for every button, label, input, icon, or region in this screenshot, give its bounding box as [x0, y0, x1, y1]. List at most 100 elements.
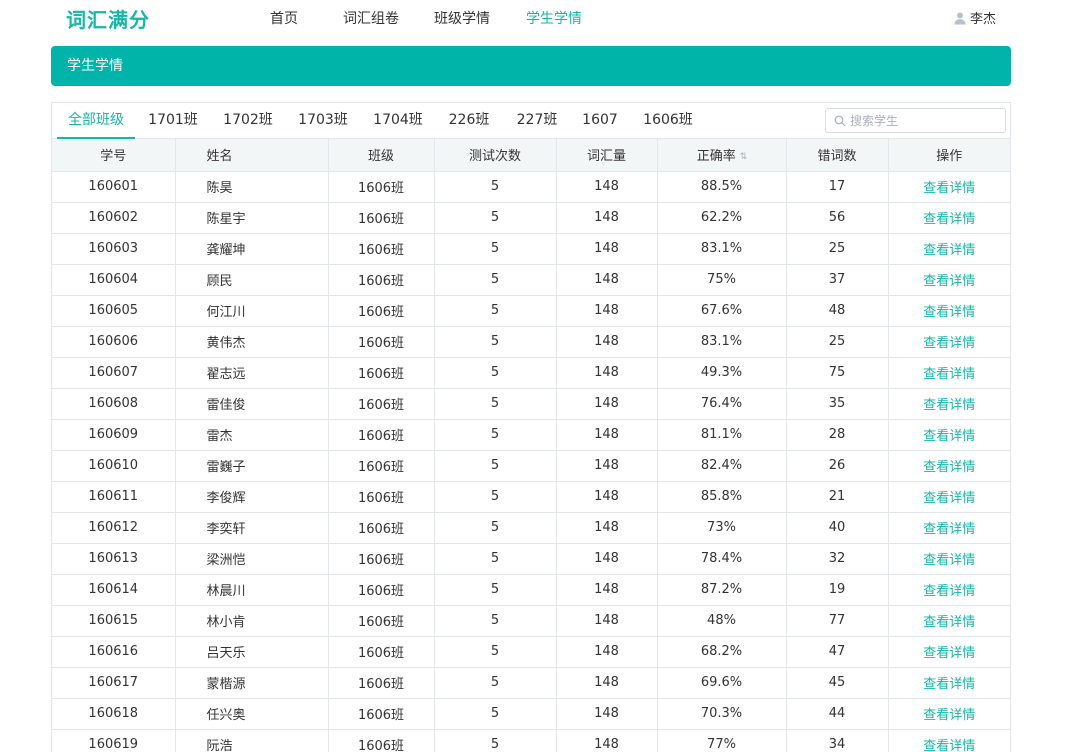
vocab-cell: 148 [556, 450, 658, 482]
wrong-count-cell: 17 [786, 171, 889, 203]
tab-1701[interactable]: 1701班 [143, 103, 203, 139]
test-count-cell: 5 [434, 667, 557, 699]
column-header-vocab[interactable]: 词汇量 [556, 139, 658, 172]
test-count-cell: 5 [434, 605, 557, 637]
class-cell: 1606班 [328, 202, 435, 234]
student-id-cell: 160606 [52, 326, 176, 358]
nav-item-class-stats[interactable]: 班级学情 [434, 8, 526, 28]
view-details-link[interactable]: 查看详情 [888, 326, 1010, 358]
view-details-link[interactable]: 查看详情 [888, 357, 1010, 389]
top-bar: 词汇满分 首页 词汇组卷 班级学情 学生学情 李杰 [0, 0, 1078, 34]
user-name: 李杰 [969, 12, 996, 27]
column-header-wrong-count[interactable]: 错词数 [786, 139, 889, 172]
student-name-cell: 任兴奥 [175, 698, 329, 730]
view-details-link[interactable]: 查看详情 [888, 605, 1010, 637]
accuracy-cell: 76.4% [657, 388, 787, 420]
tab-1702[interactable]: 1702班 [218, 103, 278, 139]
table-row: 160615 林小肯 1606班 5 148 48% 77 查看详情 [52, 605, 1010, 637]
view-details-link[interactable]: 查看详情 [888, 729, 1010, 752]
view-details-link[interactable]: 查看详情 [888, 574, 1010, 606]
table-row: 160602 陈星宇 1606班 5 148 62.2% 56 查看详情 [52, 202, 1010, 234]
search-input[interactable] [850, 113, 1000, 128]
user-icon [954, 12, 966, 24]
vocab-cell: 148 [556, 605, 658, 637]
class-cell: 1606班 [328, 233, 435, 265]
test-count-cell: 5 [434, 202, 557, 234]
view-details-link[interactable]: 查看详情 [888, 264, 1010, 296]
student-id-cell: 160610 [52, 450, 176, 482]
view-details-link[interactable]: 查看详情 [888, 171, 1010, 203]
column-header-name[interactable]: 姓名 [175, 139, 329, 172]
accuracy-cell: 67.6% [657, 295, 787, 327]
sort-icon[interactable]: ⇅ [740, 152, 747, 162]
student-search[interactable] [825, 108, 1006, 133]
wrong-count-cell: 25 [786, 326, 889, 358]
test-count-cell: 5 [434, 419, 557, 451]
column-header-accuracy[interactable]: 正确率 ⇅ [657, 139, 787, 172]
nav-item-student-stats[interactable]: 学生学情 [526, 8, 582, 28]
view-details-link[interactable]: 查看详情 [888, 512, 1010, 544]
student-name-cell: 吕天乐 [175, 636, 329, 668]
user-menu[interactable]: 李杰 [953, 8, 996, 27]
view-details-link[interactable]: 查看详情 [888, 543, 1010, 575]
student-name-cell: 雷巍子 [175, 450, 329, 482]
student-id-cell: 160609 [52, 419, 176, 451]
test-count-cell: 5 [434, 388, 557, 420]
tab-226[interactable]: 226班 [442, 103, 496, 139]
app-logo[interactable]: 词汇满分 [66, 4, 150, 33]
table-row: 160616 吕天乐 1606班 5 148 68.2% 47 查看详情 [52, 636, 1010, 668]
view-details-link[interactable]: 查看详情 [888, 295, 1010, 327]
page-title: 学生学情 [67, 58, 123, 74]
view-details-link[interactable]: 查看详情 [888, 481, 1010, 513]
table-row: 160609 雷杰 1606班 5 148 81.1% 28 查看详情 [52, 419, 1010, 451]
class-cell: 1606班 [328, 357, 435, 389]
student-name-cell: 陈昊 [175, 171, 329, 203]
vocab-cell: 148 [556, 729, 658, 752]
tab-1606[interactable]: 1606班 [638, 103, 698, 139]
column-header-action: 操作 [888, 139, 1010, 172]
test-count-cell: 5 [434, 481, 557, 513]
tab-1703[interactable]: 1703班 [293, 103, 353, 139]
wrong-count-cell: 44 [786, 698, 889, 730]
class-cell: 1606班 [328, 326, 435, 358]
student-id-cell: 160602 [52, 202, 176, 234]
tab-all-classes[interactable]: 全部班级 [57, 103, 135, 139]
wrong-count-cell: 34 [786, 729, 889, 752]
student-name-cell: 翟志远 [175, 357, 329, 389]
table-row: 160605 何江川 1606班 5 148 67.6% 48 查看详情 [52, 295, 1010, 327]
nav-item-vocab-paper[interactable]: 词汇组卷 [343, 8, 434, 28]
table-row: 160608 雷佳俊 1606班 5 148 76.4% 35 查看详情 [52, 388, 1010, 420]
view-details-link[interactable]: 查看详情 [888, 636, 1010, 668]
student-name-cell: 李奕轩 [175, 512, 329, 544]
view-details-link[interactable]: 查看详情 [888, 233, 1010, 265]
class-cell: 1606班 [328, 419, 435, 451]
column-header-test-count[interactable]: 测试次数 [434, 139, 557, 172]
test-count-cell: 5 [434, 171, 557, 203]
table-row: 160614 林晨川 1606班 5 148 87.2% 19 查看详情 [52, 574, 1010, 606]
tab-227[interactable]: 227班 [510, 103, 564, 139]
student-name-cell: 雷佳俊 [175, 388, 329, 420]
nav-item-home[interactable]: 首页 [270, 8, 343, 28]
view-details-link[interactable]: 查看详情 [888, 419, 1010, 451]
student-name-cell: 顾民 [175, 264, 329, 296]
test-count-cell: 5 [434, 574, 557, 606]
wrong-count-cell: 26 [786, 450, 889, 482]
column-header-id[interactable]: 学号 [52, 139, 176, 172]
student-name-cell: 李俊辉 [175, 481, 329, 513]
view-details-link[interactable]: 查看详情 [888, 202, 1010, 234]
test-count-cell: 5 [434, 698, 557, 730]
student-id-cell: 160601 [52, 171, 176, 203]
view-details-link[interactable]: 查看详情 [888, 667, 1010, 699]
column-header-class[interactable]: 班级 [328, 139, 435, 172]
view-details-link[interactable]: 查看详情 [888, 388, 1010, 420]
table-row: 160619 阮浩 1606班 5 148 77% 34 查看详情 [52, 729, 1010, 752]
view-details-link[interactable]: 查看详情 [888, 698, 1010, 730]
accuracy-cell: 62.2% [657, 202, 787, 234]
test-count-cell: 5 [434, 543, 557, 575]
table-body: 160601 陈昊 1606班 5 148 88.5% 17 查看详情 160602 陈星宇 160… [52, 171, 1010, 752]
view-details-link[interactable]: 查看详情 [888, 450, 1010, 482]
vocab-cell: 148 [556, 574, 658, 606]
table-row: 160617 蒙楷源 1606班 5 148 69.6% 45 查看详情 [52, 667, 1010, 699]
tab-1704[interactable]: 1704班 [368, 103, 428, 139]
tab-1607[interactable]: 1607 [580, 103, 620, 139]
